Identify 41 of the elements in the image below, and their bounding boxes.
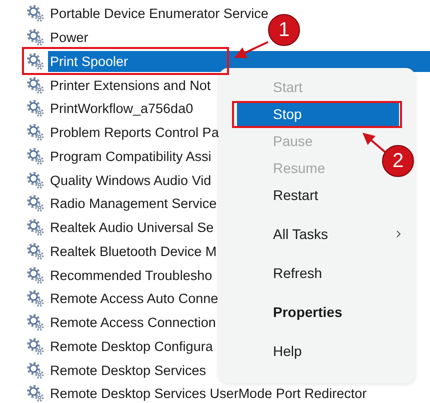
service-name[interactable]: Program Compatibility Assi	[48, 146, 214, 167]
gear-icon	[26, 99, 45, 118]
service-name[interactable]: Radio Management Service	[48, 193, 219, 214]
service-name[interactable]: Portable Device Enumerator Service	[48, 3, 270, 24]
arrow	[234, 41, 268, 58]
service-name[interactable]: Realtek Bluetooth Device M	[48, 240, 219, 262]
service-name[interactable]: Remote Desktop Services UserMode Port Redirector	[48, 383, 369, 403]
service-name[interactable]: Quality Windows Audio Vid	[48, 170, 214, 191]
service-name[interactable]: Power	[48, 27, 90, 48]
service-name[interactable]: Remote Access Auto Conne	[48, 288, 220, 310]
gear-icon	[26, 170, 45, 190]
gear-icon	[26, 123, 45, 142]
menu-item[interactable]: Properties	[237, 299, 352, 325]
menu-item[interactable]: Restart	[237, 182, 328, 208]
gear-icon	[26, 76, 45, 95]
service-name[interactable]: Realtek Audio Universal Se	[48, 217, 216, 238]
gear-icon	[26, 360, 45, 380]
gear-icon	[26, 52, 45, 71]
service-name[interactable]: Print Spooler	[48, 50, 430, 72]
arrow	[362, 132, 386, 153]
menu-item[interactable]: All Tasks	[237, 221, 411, 247]
service-name[interactable]: Problem Reports Control Pa	[48, 122, 221, 144]
service-name[interactable]: Printer Extensions and Not	[48, 74, 213, 96]
gear-icon	[26, 218, 45, 238]
gear-icon	[26, 313, 45, 332]
menu-item[interactable]: Refresh	[237, 260, 332, 286]
gear-icon	[26, 336, 45, 356]
gear-icon	[26, 194, 45, 214]
gear-icon	[26, 146, 45, 166]
gear-icon	[26, 266, 45, 285]
gear-icon	[26, 28, 45, 48]
service-name[interactable]: Recommended Troublesho	[48, 264, 214, 286]
service-name[interactable]: PrintWorkflow_a756da0	[48, 98, 196, 120]
service-name[interactable]: Remote Access Connection	[48, 312, 218, 334]
gear-icon	[26, 4, 45, 24]
menu-item[interactable]: Help	[237, 338, 312, 364]
service-name[interactable]: Remote Desktop Configura	[48, 336, 215, 357]
step-badge: 1	[268, 14, 300, 46]
gear-icon	[26, 289, 45, 308]
service-name[interactable]: Remote Desktop Services	[48, 360, 208, 381]
gear-icon	[26, 242, 45, 261]
